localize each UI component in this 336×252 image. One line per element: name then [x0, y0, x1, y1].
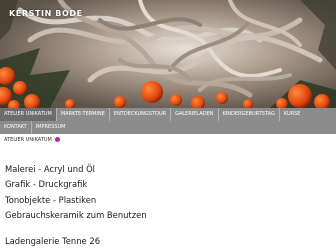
nav-row-1: Atelier Unikatum Markte-Termine Entdecku… — [0, 108, 304, 121]
nav-item-entdeckungstour[interactable]: Entdeckungstour — [110, 108, 172, 121]
breadcrumb-current: Atelier Unikatum — [4, 136, 52, 143]
pink-dot-icon — [54, 137, 60, 142]
gallery-heading: Ladengalerie Tenne 26 — [5, 236, 101, 246]
nav-item-kurse[interactable]: Kurse — [280, 108, 305, 121]
main-content: Malerei - Acryl und Öl Grafik - Druckgra… — [5, 162, 147, 224]
offering-ceramics: Gebrauchskeramik zum Benutzen — [5, 210, 147, 221]
nav-item-galerieladen[interactable]: Galerieladen — [171, 108, 219, 121]
offering-clay-objects: Tonobjekte - Plastiken — [5, 194, 97, 205]
nav-item-atelier-unikatum[interactable]: Atelier Unikatum — [0, 108, 57, 121]
nav-row-2: Kontakt Impressum — [0, 121, 69, 134]
main-nav: Atelier Unikatum Markte-Termine Entdecku… — [0, 108, 336, 134]
nav-item-impressum[interactable]: Impressum — [32, 121, 70, 134]
nav-item-kindergeburtstag[interactable]: Kindergeburtstag — [219, 108, 280, 121]
offering-graphics: Grafik - Druckgrafik — [5, 179, 88, 190]
header-banner: KERSTIN BODE — [0, 0, 336, 108]
offering-painting: Malerei - Acryl und Öl — [5, 164, 96, 174]
nav-item-kontakt[interactable]: Kontakt — [0, 121, 32, 134]
breadcrumb: Atelier Unikatum — [4, 135, 60, 144]
site-name[interactable]: KERSTIN BODE — [9, 9, 83, 18]
nav-item-markte-termine[interactable]: Markte-Termine — [57, 108, 110, 121]
